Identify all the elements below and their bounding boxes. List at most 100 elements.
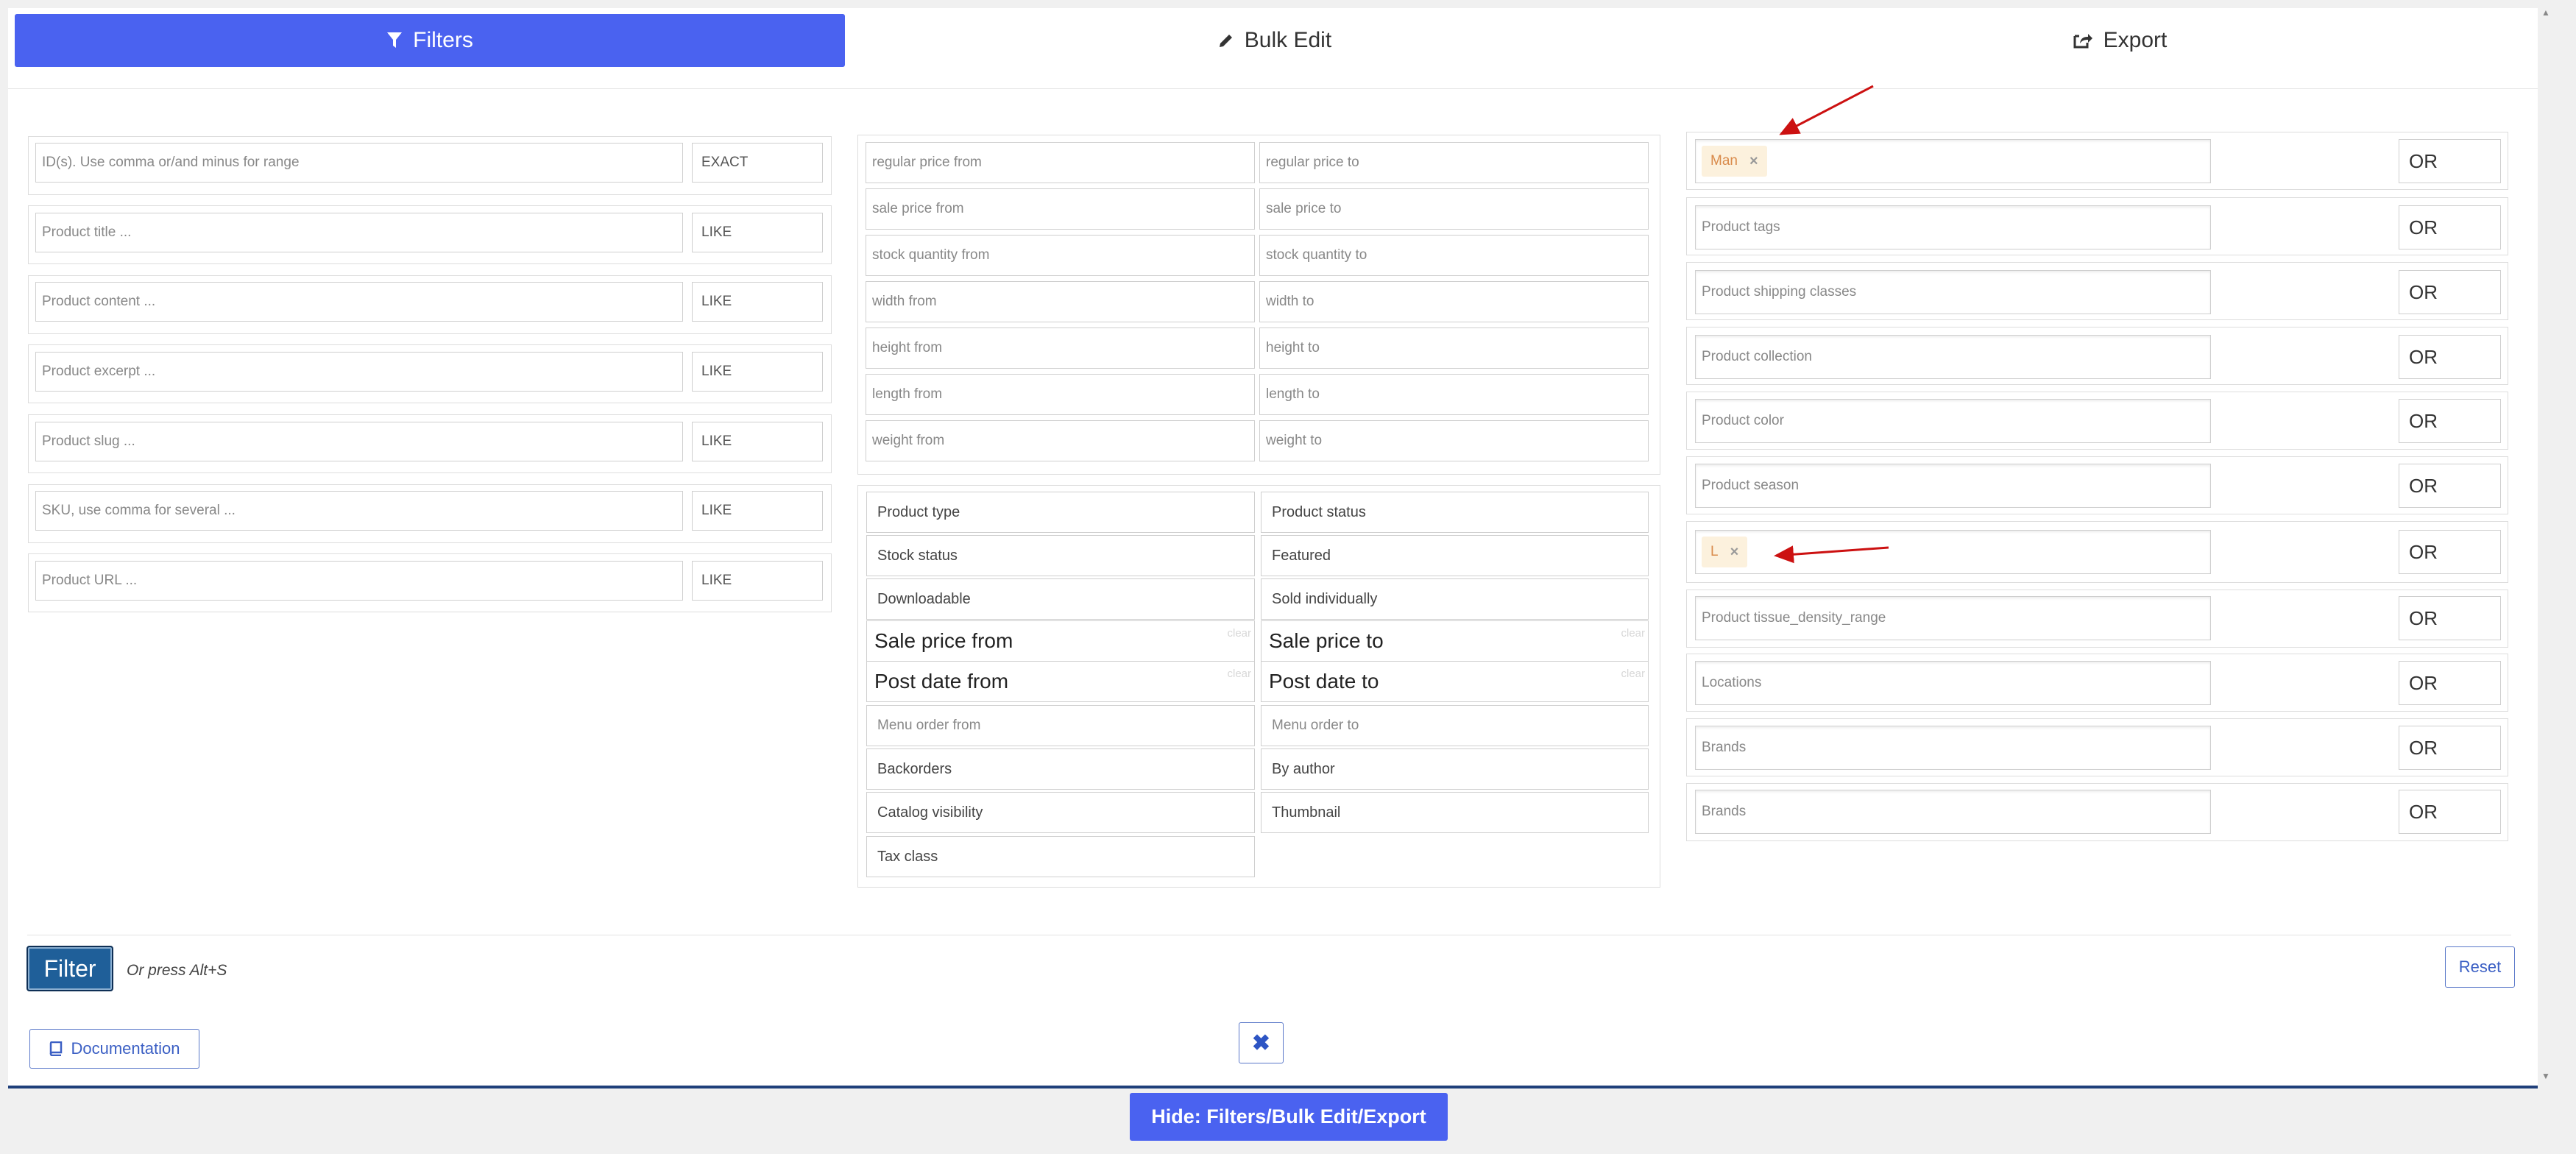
export-icon [2073,32,2093,49]
downloadable-select[interactable]: Downloadable [866,578,1255,620]
tags-operator-select[interactable]: OR [2399,205,2501,249]
thumbnail-select[interactable]: Thumbnail [1261,792,1649,833]
sku-filter-input[interactable]: SKU, use comma for several ... [35,491,683,531]
url-operator-select[interactable]: LIKE [692,561,823,601]
stock-quantity-to-input[interactable]: stock quantity to [1259,235,1649,276]
close-icon: ✖ [1251,1030,1271,1055]
post-date-from-date[interactable]: Post date from clear [866,661,1255,702]
chip-label: Man [1710,153,1738,169]
tab-label: Export [2103,28,2168,52]
filter-button[interactable]: Filter [26,946,113,991]
product-category-input[interactable]: Man × [1695,139,2211,183]
post-date-to-date[interactable]: Post date to clear [1261,661,1649,702]
brands-input[interactable]: Brands [1695,726,2211,770]
sale-price-to-input[interactable]: sale price to [1259,188,1649,230]
clear-link[interactable]: clear [1227,627,1251,640]
content-operator-select[interactable]: LIKE [692,282,823,322]
clear-link[interactable]: clear [1621,627,1645,640]
url-filter-input[interactable]: Product URL ... [35,561,683,601]
height-from-input[interactable]: height from [866,328,1255,369]
slug-filter-input[interactable]: Product slug ... [35,422,683,461]
post-date-from-label: Post date from [874,670,1009,693]
chip-label: L [1710,544,1719,559]
hide-panel-button[interactable]: Hide: Filters/Bulk Edit/Export [1130,1093,1448,1141]
tab-bulk-edit[interactable]: Bulk Edit [845,14,1705,67]
menu-order-from-input[interactable]: Menu order from [866,705,1255,746]
width-from-input[interactable]: width from [866,281,1255,322]
regular-price-from-input[interactable]: regular price from [866,142,1255,183]
brands-operator-select-2[interactable]: OR [2399,790,2501,834]
id-filter-input[interactable]: ID(s). Use comma or/and minus for range [35,143,683,183]
clear-link[interactable]: clear [1621,668,1645,680]
tab-export[interactable]: Export [1705,14,2535,67]
brands-operator-select[interactable]: OR [2399,726,2501,770]
collection-operator-select[interactable]: OR [2399,335,2501,379]
backorders-select[interactable]: Backorders [866,748,1255,790]
pencil-icon [1218,32,1234,49]
weight-to-input[interactable]: weight to [1259,420,1649,461]
locations-operator-select[interactable]: OR [2399,661,2501,705]
size-operator-select[interactable]: OR [2399,530,2501,574]
documentation-button[interactable]: Documentation [29,1029,199,1069]
locations-input[interactable]: Locations [1695,661,2211,705]
menu-order-to-input[interactable]: Menu order to [1261,705,1649,746]
sale-price-from-label: Sale price from [874,629,1013,652]
catalog-visibility-select[interactable]: Catalog visibility [866,792,1255,833]
tabs-divider [8,88,2538,89]
product-tags-input[interactable]: Product tags [1695,205,2211,249]
close-panel-button[interactable]: ✖ [1239,1022,1284,1063]
chip-remove-icon[interactable]: × [1749,153,1758,170]
category-operator-select[interactable]: OR [2399,139,2501,183]
height-to-input[interactable]: height to [1259,328,1649,369]
sale-price-to-date[interactable]: Sale price to clear [1261,620,1649,662]
featured-select[interactable]: Featured [1261,535,1649,576]
width-to-input[interactable]: width to [1259,281,1649,322]
content-filter-input[interactable]: Product content ... [35,282,683,322]
product-season-input[interactable]: Product season [1695,464,2211,508]
scroll-up-arrow[interactable]: ▲ [2541,7,2550,18]
excerpt-operator-select[interactable]: LIKE [692,352,823,392]
slug-operator-select[interactable]: LIKE [692,422,823,461]
product-tissue-density-input[interactable]: Product tissue_density_range [1695,596,2211,640]
tab-label: Filters [413,28,473,52]
product-status-select[interactable]: Product status [1261,492,1649,533]
sale-price-from-input[interactable]: sale price from [866,188,1255,230]
title-operator-select[interactable]: LIKE [692,213,823,252]
book-icon [49,1041,63,1056]
regular-price-to-input[interactable]: regular price to [1259,142,1649,183]
stock-status-select[interactable]: Stock status [866,535,1255,576]
product-shipping-classes-input[interactable]: Product shipping classes [1695,270,2211,314]
clear-link[interactable]: clear [1227,668,1251,680]
product-collection-input[interactable]: Product collection [1695,335,2211,379]
selected-chip: L × [1702,537,1748,567]
brands-input-2[interactable]: Brands [1695,790,2211,834]
selected-chip: Man × [1702,146,1767,177]
chip-remove-icon[interactable]: × [1730,544,1739,561]
id-operator-select[interactable]: EXACT [692,143,823,183]
sku-operator-select[interactable]: LIKE [692,491,823,531]
post-date-to-label: Post date to [1269,670,1379,693]
tab-filters[interactable]: Filters [15,14,845,67]
reset-button[interactable]: Reset [2445,946,2515,988]
sale-price-from-date[interactable]: Sale price from clear [866,620,1255,662]
panel-bottom-border [8,1086,2538,1088]
filter-icon [386,32,403,49]
by-author-select[interactable]: By author [1261,748,1649,790]
product-type-select[interactable]: Product type [866,492,1255,533]
length-to-input[interactable]: length to [1259,374,1649,415]
color-operator-select[interactable]: OR [2399,399,2501,443]
product-color-input[interactable]: Product color [1695,399,2211,443]
season-operator-select[interactable]: OR [2399,464,2501,508]
tax-class-select[interactable]: Tax class [866,836,1255,877]
sold-individually-select[interactable]: Sold individually [1261,578,1649,620]
weight-from-input[interactable]: weight from [866,420,1255,461]
stock-quantity-from-input[interactable]: stock quantity from [866,235,1255,276]
shipping-classes-operator-select[interactable]: OR [2399,270,2501,314]
scroll-down-arrow[interactable]: ▼ [2541,1071,2550,1081]
title-filter-input[interactable]: Product title ... [35,213,683,252]
excerpt-filter-input[interactable]: Product excerpt ... [35,352,683,392]
product-size-input[interactable]: L × [1695,530,2211,574]
documentation-label: Documentation [71,1039,180,1058]
tissue-density-operator-select[interactable]: OR [2399,596,2501,640]
length-from-input[interactable]: length from [866,374,1255,415]
